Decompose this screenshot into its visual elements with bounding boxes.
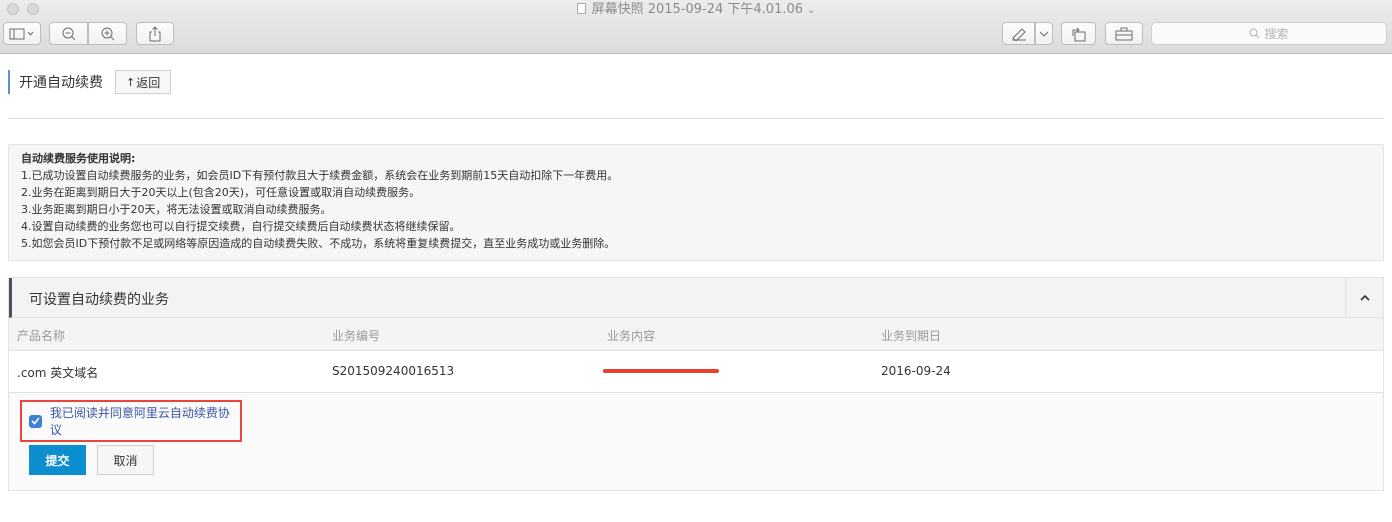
search-input[interactable]: 搜索 (1151, 22, 1387, 45)
notice-line: 3.业务距离到期日小于20天，将无法设置或取消自动续费服务。 (21, 203, 332, 216)
page-header: 开通自动续费 ↑ 返回 (8, 70, 172, 94)
document-icon (576, 3, 586, 14)
rotate-button[interactable] (1061, 22, 1096, 45)
zoom-out-icon (62, 27, 75, 40)
table-row: .com 英文域名 S201509240016513 2016-09-24 (9, 351, 1383, 393)
toolbox-button[interactable] (1105, 22, 1143, 45)
cell-id: S201509240016513 (332, 364, 455, 378)
cell-product: .com 英文域名 (17, 366, 99, 380)
agree-checkbox[interactable] (29, 414, 42, 428)
service-notice: 自动续费服务使用说明: 1.已成功设置自动续费服务的业务，如会员ID下有预付款且… (8, 144, 1384, 261)
share-icon (149, 25, 161, 41)
arrow-up-icon: ↑ (126, 75, 136, 89)
chevron-down-icon (1039, 31, 1049, 37)
divider (8, 118, 1384, 119)
agreement-highlight: 我已阅读并同意阿里云自动续费协议 (20, 400, 242, 442)
notice-title: 自动续费服务使用说明: (21, 152, 136, 165)
notice-line: 1.已成功设置自动续费服务的业务，如会员ID下有预付款且大于续费金额，系统会在业… (21, 169, 619, 182)
column-header-content: 业务内容 (607, 329, 656, 343)
pen-icon (1011, 27, 1026, 41)
sidebar-toggle-button[interactable] (3, 22, 41, 45)
zoom-in-icon (101, 27, 114, 40)
submit-button[interactable]: 提交 (29, 445, 86, 475)
column-header-expiry: 业务到期日 (881, 329, 942, 343)
collapse-button[interactable] (1345, 278, 1383, 317)
redacted-content (603, 369, 719, 373)
zoom-out-button[interactable] (49, 22, 88, 45)
chevron-up-icon (1359, 294, 1370, 301)
rotate-icon (1072, 27, 1085, 41)
checkmark-icon (31, 417, 40, 425)
share-button[interactable] (136, 22, 174, 45)
zoom-in-button[interactable] (88, 22, 127, 45)
agreement-link[interactable]: 我已阅读并同意阿里云自动续费协议 (50, 404, 240, 438)
panel-header: 可设置自动续费的业务 (9, 278, 1383, 318)
window-title: 屏幕快照 2015-09-24 下午4.01.06 ⌄ (0, 2, 1392, 19)
column-header-product: 产品名称 (17, 329, 66, 343)
column-header-id: 业务编号 (332, 329, 381, 343)
title-accent-bar (8, 70, 10, 94)
page-title: 开通自动续费 (19, 75, 103, 91)
notice-line: 2.业务在距离到期日大于20天以上(包含20天)，可任意设置或取消自动续费服务。 (21, 186, 421, 199)
renewable-services-panel: 可设置自动续费的业务 产品名称 业务编号 业务内容 业务到期日 .com 英文域… (8, 277, 1384, 491)
notice-line: 5.如您会员ID下预付款不足或网络等原因造成的自动续费失败、不成功，系统将重复续… (21, 237, 616, 250)
table-header: 产品名称 业务编号 业务内容 业务到期日 (9, 318, 1383, 351)
panel-title: 可设置自动续费的业务 (29, 292, 169, 308)
search-icon (1249, 28, 1260, 39)
markup-menu-button[interactable] (1035, 22, 1053, 45)
markup-button[interactable] (1002, 22, 1035, 45)
toolbox-icon (1115, 27, 1133, 40)
window-toolbar: 屏幕快照 2015-09-24 下午4.01.06 ⌄ 搜索 (0, 0, 1392, 54)
cell-expiry: 2016-09-24 (881, 364, 951, 378)
cancel-button[interactable]: 取消 (97, 445, 154, 475)
chevron-down-icon[interactable]: ⌄ (807, 5, 815, 16)
notice-line: 4.设置自动续费的业务您也可以自行提交续费，自行提交续费后自动续费状态将继续保留… (21, 220, 461, 233)
sidebar-icon (9, 28, 34, 39)
back-button[interactable]: ↑ 返回 (115, 70, 172, 94)
